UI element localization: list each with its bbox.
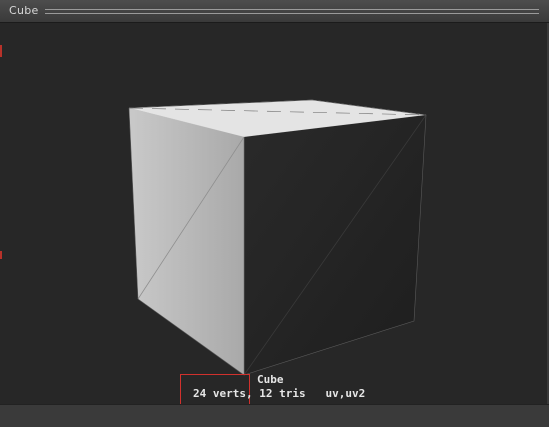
cube-render bbox=[128, 99, 427, 376]
cube-left-face bbox=[129, 108, 244, 375]
header-drag-handle[interactable] bbox=[45, 9, 539, 14]
panel-title: Cube bbox=[9, 4, 39, 17]
preview-header: Cube bbox=[0, 0, 549, 23]
mesh-preview-viewport[interactable]: Cube 24 verts, 12 tris uv,uv2 bbox=[0, 23, 549, 408]
preview-footer bbox=[0, 404, 549, 427]
